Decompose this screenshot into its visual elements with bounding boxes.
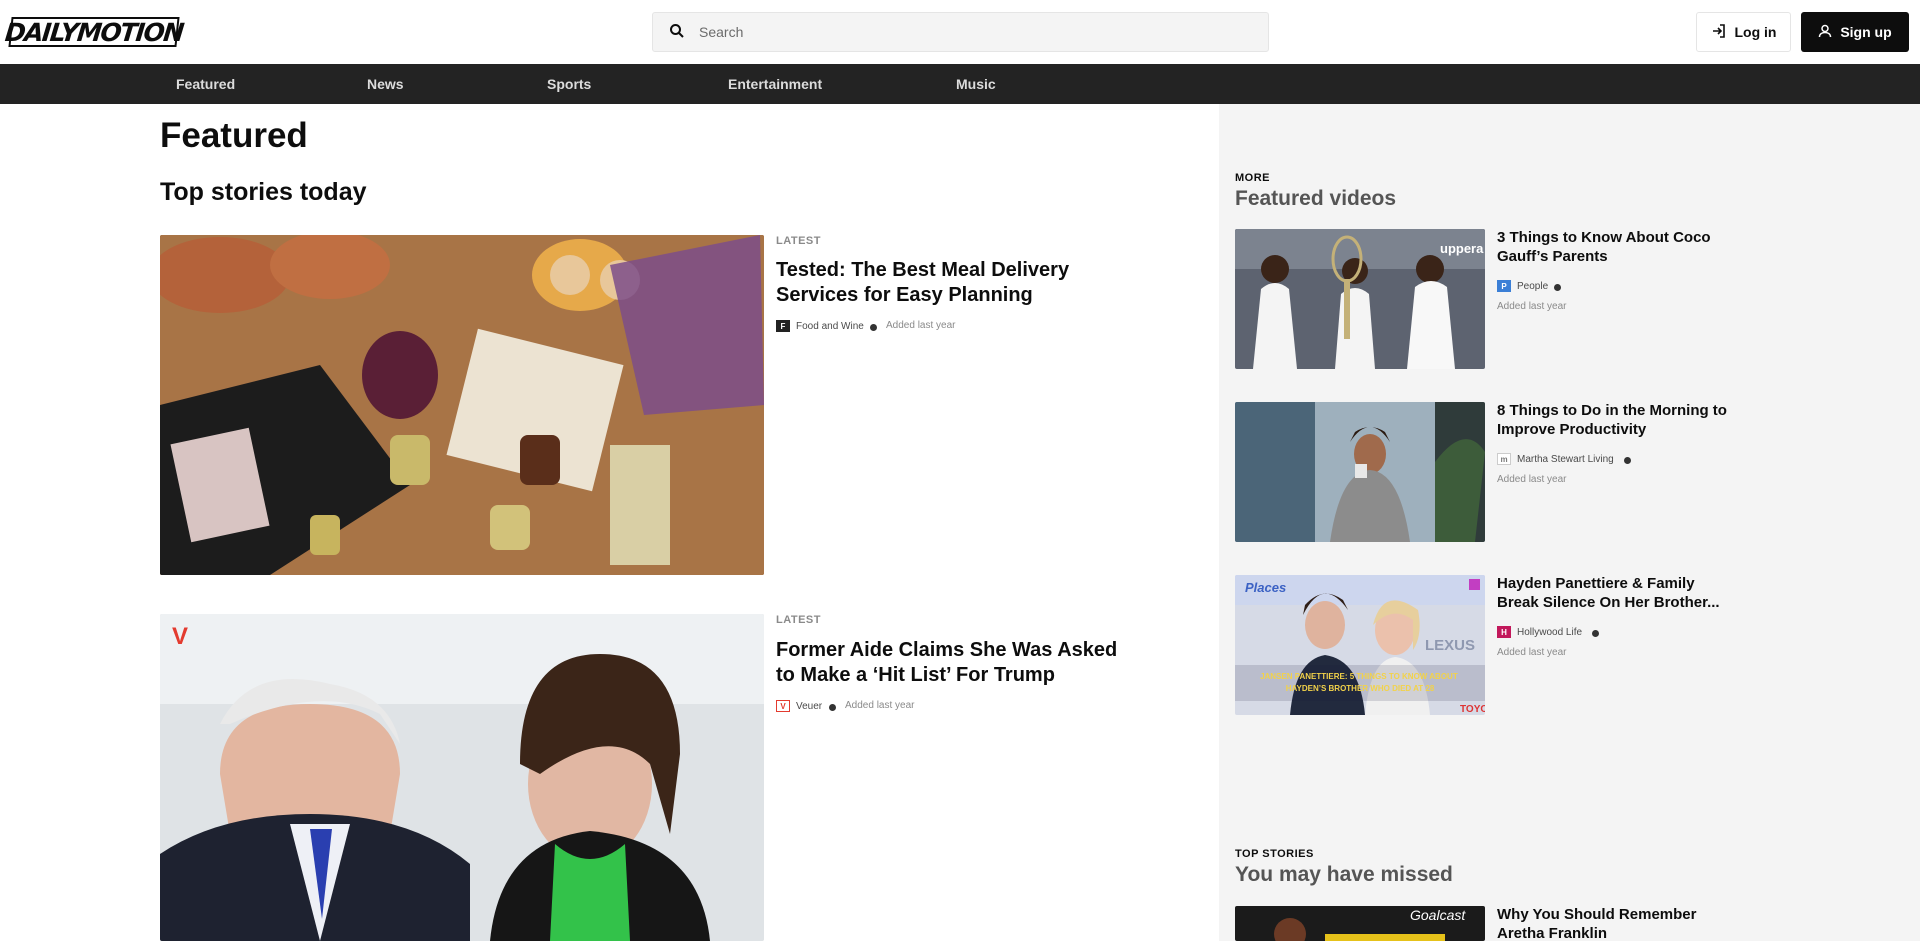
video-title-link[interactable]: Hayden Panettiere & Family Break Silence… — [1497, 575, 1727, 613]
auth-buttons-area[interactable] — [1280, 12, 1697, 52]
svg-text:LEXUS: LEXUS — [1425, 637, 1475, 654]
video-thumbnail[interactable] — [1235, 402, 1485, 542]
channel-logo-icon: m — [1497, 453, 1511, 465]
channel-name: People — [1517, 280, 1549, 292]
signup-button[interactable]: Sign up — [1801, 12, 1909, 52]
channel-logo-icon: P — [1497, 280, 1511, 292]
added-time: Added last year — [1497, 647, 1567, 658]
added-time: Added last year — [1497, 474, 1567, 485]
channel-logo-icon: H — [1497, 626, 1511, 638]
added-time: Added last year — [1497, 301, 1567, 312]
story-title-link[interactable]: Former Aide Claims She Was Asked to Make… — [776, 638, 1140, 688]
channel-logo-icon: V — [776, 700, 790, 712]
channel-link[interactable]: m Martha Stewart Living — [1497, 453, 1614, 465]
nav-item-featured[interactable]: Featured — [160, 64, 251, 104]
channel-name: Hollywood Life — [1517, 626, 1583, 638]
channel-link[interactable]: P People — [1497, 280, 1548, 292]
morning-photo — [1235, 402, 1485, 542]
video-title-link[interactable]: Why You Should Remember Aretha Franklin — [1497, 906, 1707, 944]
food-photo — [160, 235, 764, 575]
login-label: Log in — [1734, 24, 1777, 40]
channel-link[interactable]: F Food and Wine — [776, 320, 864, 332]
dailymotion-logo[interactable]: DAILYMOTION — [4, 17, 184, 47]
story-title-link[interactable]: Tested: The Best Meal Delivery Services … — [776, 258, 1091, 308]
search-button[interactable]: Search — [652, 12, 1269, 52]
thumb-places-text: Places — [1245, 580, 1286, 595]
thumb-brand-text: Goalcast — [1410, 907, 1466, 923]
story-kicker: LATEST — [776, 614, 821, 626]
verified-icon — [870, 324, 877, 331]
video-thumbnail[interactable]: uppera — [1235, 229, 1485, 369]
svg-text:uppera: uppera — [1440, 241, 1484, 256]
user-icon — [1818, 24, 1840, 41]
video-thumbnail[interactable]: Places LEXUS JANSEN PANETTIERE: 5 THINGS… — [1235, 575, 1485, 715]
nav-item-sports[interactable]: Sports — [531, 64, 607, 104]
channel-logo-icon: F — [776, 320, 790, 332]
search-placeholder: Search — [699, 24, 744, 40]
video-title-link[interactable]: 8 Things to Do in the Morning to Improve… — [1497, 402, 1737, 440]
channel-name: Veuer — [796, 700, 823, 712]
story-kicker: LATEST — [776, 235, 821, 247]
channel-link[interactable]: V Veuer — [776, 700, 822, 712]
sidebar-heading: You may have missed — [1235, 863, 1453, 886]
search-icon — [669, 23, 699, 42]
tennis-photo: uppera — [1235, 229, 1485, 369]
login-button[interactable]: Log in — [1696, 12, 1791, 52]
category-nav: Featured News Sports Entertainment Music — [0, 64, 1920, 104]
svg-text:V: V — [172, 623, 188, 650]
channel-name: Martha Stewart Living — [1517, 453, 1614, 465]
aretha-photo: Goalcast — [1235, 906, 1485, 941]
page-title: Featured — [160, 116, 308, 155]
added-time: Added last year — [886, 320, 956, 331]
channel-link[interactable]: H Hollywood Life — [1497, 626, 1582, 638]
section-title: Top stories today — [160, 178, 367, 206]
svg-text:TOYO: TOYO — [1460, 704, 1485, 715]
nav-item-entertainment[interactable]: Entertainment — [712, 64, 838, 104]
sidebar-heading: Featured videos — [1235, 187, 1397, 210]
channel-name: Food and Wine — [796, 320, 864, 332]
verified-icon — [1554, 284, 1561, 291]
signup-label: Sign up — [1840, 24, 1892, 40]
news-photo: V — [160, 614, 764, 941]
added-time: Added last year — [845, 700, 915, 711]
nav-item-music[interactable]: Music — [940, 64, 1012, 104]
hayden-photo: Places LEXUS JANSEN PANETTIERE: 5 THINGS… — [1235, 575, 1485, 715]
verified-icon — [1624, 457, 1631, 464]
verified-icon — [1592, 630, 1599, 637]
story-thumbnail[interactable]: V — [160, 614, 764, 941]
sidebar-kicker: MORE — [1235, 172, 1270, 184]
nav-item-news[interactable]: News — [351, 64, 420, 104]
login-icon — [1711, 23, 1735, 42]
top-bar: DAILYMOTION Search Log in Sign up — [0, 0, 1920, 64]
verified-icon — [829, 704, 836, 711]
video-title-link[interactable]: 3 Things to Know About Coco Gauff’s Pare… — [1497, 229, 1717, 267]
sidebar-kicker: TOP STORIES — [1235, 848, 1314, 860]
story-thumbnail[interactable] — [160, 235, 764, 575]
video-thumbnail[interactable]: Goalcast — [1235, 906, 1485, 941]
